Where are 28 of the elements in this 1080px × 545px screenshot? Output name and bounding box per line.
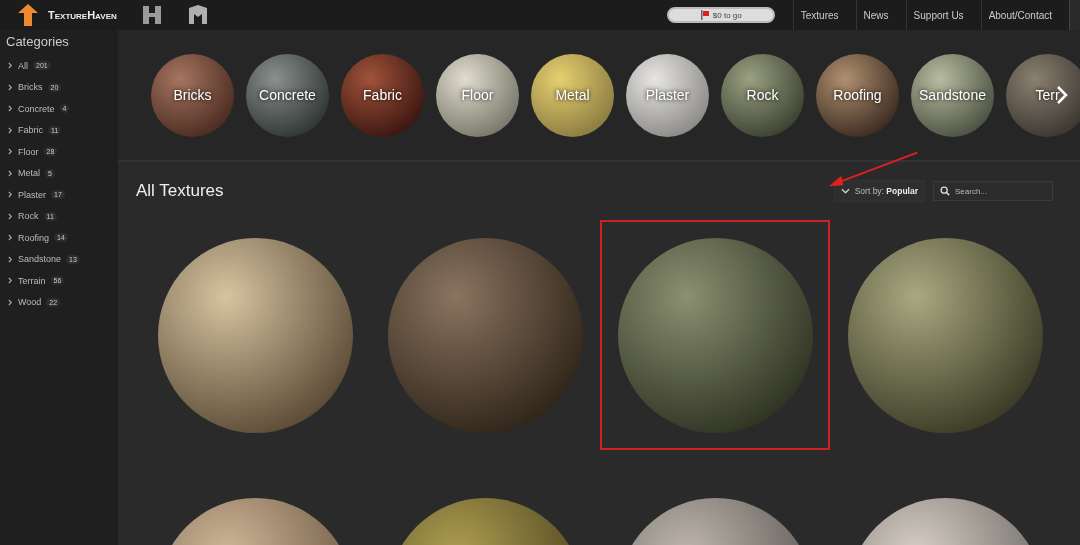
chevron-right-icon	[8, 212, 13, 220]
chevron-right-icon	[8, 298, 13, 306]
chevron-right-icon	[8, 277, 13, 285]
site-logo[interactable]: TextureHaven	[48, 9, 117, 21]
flag-icon	[699, 10, 710, 20]
category-sphere[interactable]: Concrete	[246, 53, 329, 137]
arrow-logo-icon	[18, 4, 38, 26]
donation-progress-pill[interactable]: $0 to go	[666, 7, 775, 23]
category-sphere[interactable]: Rock	[721, 53, 804, 137]
chevron-right-icon	[8, 126, 13, 134]
category-sphere[interactable]: Terr	[1006, 53, 1080, 137]
category-sphere[interactable]: Fabric	[341, 53, 424, 137]
section-title: All Textures	[136, 181, 225, 201]
chevron-right-icon	[8, 83, 13, 91]
chevron-right-icon	[8, 234, 13, 242]
category-sphere[interactable]: Roofing	[816, 53, 899, 137]
chevron-right-icon	[8, 255, 13, 263]
chevron-right-icon	[8, 169, 13, 177]
chevron-right-icon	[8, 62, 13, 70]
chevron-down-icon	[840, 188, 850, 194]
chevron-right-icon	[8, 148, 13, 156]
chevron-right-icon	[8, 191, 13, 199]
chevron-right-icon	[8, 105, 13, 113]
sidebar-title: Categories	[6, 34, 70, 49]
donation-text: $0 to go	[712, 10, 742, 20]
category-sphere[interactable]: Bricks	[151, 53, 234, 137]
sort-dropdown[interactable]: Sort by: Popular	[833, 180, 925, 202]
search-field[interactable]: Search...	[933, 181, 1053, 201]
